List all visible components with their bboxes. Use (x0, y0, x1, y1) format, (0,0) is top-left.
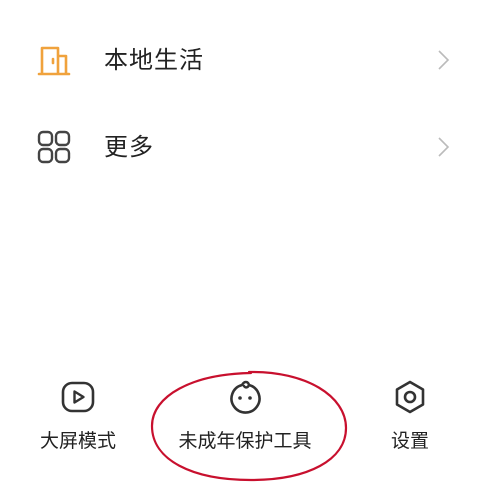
grid-icon (37, 130, 71, 164)
menu-item-label: 本地生活 (104, 46, 204, 74)
door-icon (37, 46, 71, 76)
tool-label: 设置 (390, 430, 429, 452)
menu-item-more[interactable]: 更多 (0, 106, 487, 186)
hexagon-settings-icon (395, 380, 425, 414)
big-screen-mode-button[interactable]: 大屏模式 (28, 375, 128, 465)
settings-button[interactable]: 设置 (370, 375, 450, 465)
chevron-right-icon (438, 137, 450, 157)
tool-label: 大屏模式 (39, 430, 116, 452)
menu-item-label: 更多 (104, 133, 154, 161)
chevron-right-icon (438, 50, 450, 70)
red-annotation-ellipse (150, 370, 348, 482)
play-screen-icon (61, 381, 95, 413)
menu-item-local-life[interactable]: 本地生活 (0, 20, 487, 100)
